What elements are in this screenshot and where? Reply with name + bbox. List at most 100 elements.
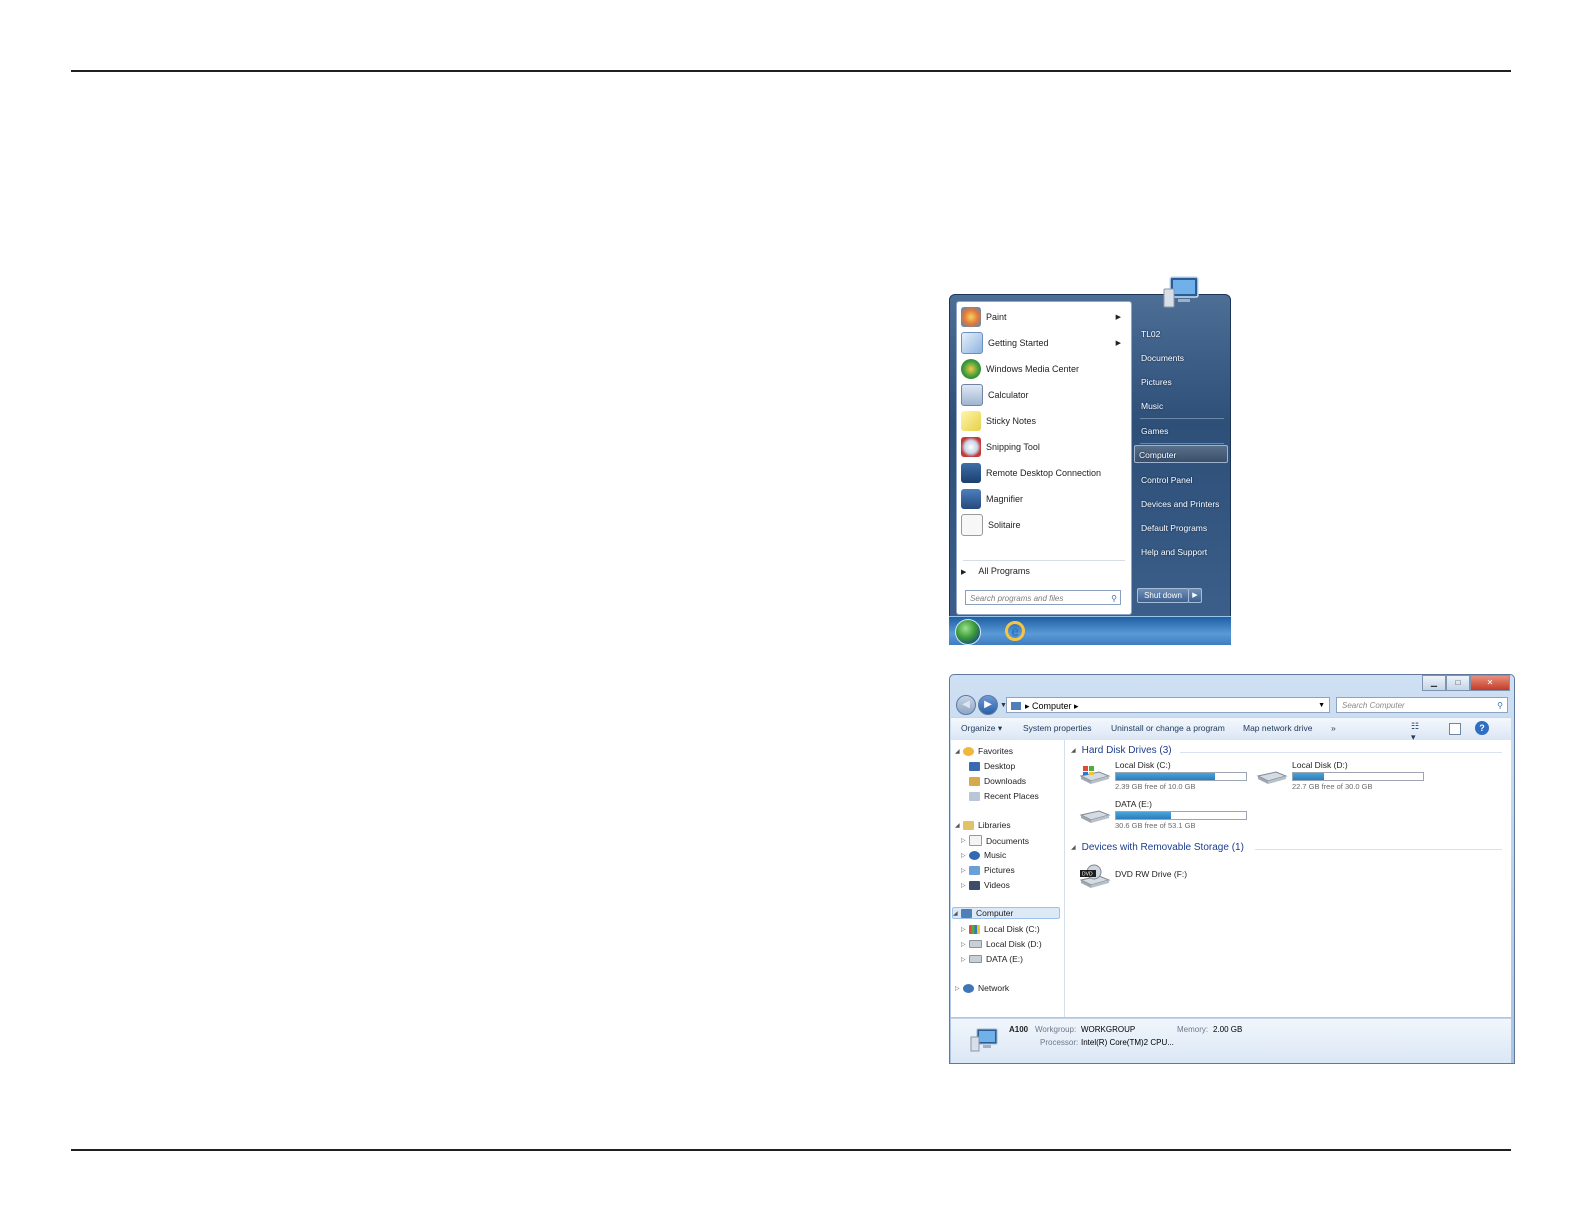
more-commands-button[interactable]: » [1331,723,1336,733]
taskbar: e [949,616,1231,645]
view-options-icon[interactable]: ☷ ▾ [1411,721,1425,742]
uninstall-program-button[interactable]: Uninstall or change a program [1111,723,1225,733]
drive-usage-bar [1292,772,1424,781]
maximize-button[interactable]: □ [1446,675,1470,691]
navigation-buttons: ◀ ▶ ▼ [956,695,1009,715]
start-menu-frame: Paint ▶ Getting Started ▶ Windows Media … [949,276,1231,618]
drive-icon [969,940,982,948]
computer-icon [961,908,972,918]
collapse-arrow-icon: ◢ [953,910,958,917]
group-hard-disk-drives[interactable]: ◢ Hard Disk Drives (3) [1071,745,1172,756]
address-bar[interactable]: ▸ Computer ▸ ▼ [1006,697,1330,713]
expand-arrow-icon: ▷ [961,941,966,948]
nav-desktop[interactable]: Desktop [969,761,1015,771]
start-search-input[interactable]: Search programs and files ⚲ [965,590,1121,605]
start-item-control-panel[interactable]: Control Panel [1137,471,1229,489]
right-separator [1140,418,1224,419]
drive-usage-bar [1115,811,1247,820]
program-sticky-notes[interactable]: Sticky Notes [959,409,1127,433]
program-remote-desktop[interactable]: Remote Desktop Connection [959,461,1127,485]
start-item-user[interactable]: TL02 [1137,325,1229,343]
help-icon[interactable]: ? [1475,721,1489,735]
drive-data-e[interactable]: DATA (E:) 30.6 GB free of 53.1 GB [1079,799,1259,831]
nav-recent-places[interactable]: Recent Places [969,791,1039,801]
nav-computer[interactable]: ◢ Computer [952,907,1060,919]
back-button[interactable]: ◀ [956,695,976,715]
start-item-computer[interactable]: Computer [1134,445,1228,463]
drive-icon [1079,810,1111,823]
shutdown-button[interactable]: Shut down [1137,588,1189,603]
nav-pictures[interactable]: ▷ Pictures [961,865,1015,875]
nav-label: DATA (E:) [986,954,1023,964]
start-item-pictures[interactable]: Pictures [1137,373,1229,391]
content-pane: ◢ Hard Disk Drives (3) Local Disk (C:) 2.… [1065,740,1511,1017]
program-getting-started[interactable]: Getting Started ▶ [959,331,1127,355]
nav-music[interactable]: ▷ Music [961,850,1006,860]
shutdown-options-button[interactable]: ▶ [1188,588,1202,603]
nav-label: Music [984,850,1007,860]
program-windows-media-center[interactable]: Windows Media Center [959,357,1127,381]
expand-arrow-icon: ▷ [955,985,960,992]
nav-libraries[interactable]: ◢ Libraries [955,820,1011,830]
map-network-drive-button[interactable]: Map network drive [1243,723,1312,733]
start-orb-icon[interactable] [955,619,981,645]
navigation-pane: ◢ Favorites Desktop Downloads Recent Plac… [951,740,1065,1017]
nav-data-e[interactable]: ▷ DATA (E:) [961,954,1023,964]
program-paint[interactable]: Paint ▶ [959,305,1127,329]
close-button[interactable]: ✕ [1470,675,1510,691]
details-pane: A100 Workgroup: WORKGROUP Memory: 2.00 G… [951,1018,1511,1063]
all-programs-item[interactable]: ▶ All Programs [961,566,1030,576]
group-removable-storage[interactable]: ◢ Devices with Removable Storage (1) [1071,842,1244,853]
nav-label: Pictures [984,865,1015,875]
minimize-button[interactable]: ▁ [1422,675,1446,691]
organize-button[interactable]: Organize ▾ [961,723,1002,734]
system-drive-icon [1079,766,1111,784]
start-item-games[interactable]: Games [1137,422,1229,440]
start-menu: Paint ▶ Getting Started ▶ Windows Media … [949,276,1231,645]
start-item-help-support[interactable]: Help and Support [1137,543,1229,561]
internet-explorer-icon[interactable]: e [1005,621,1025,641]
nav-local-disk-c[interactable]: ▷ Local Disk (C:) [961,924,1040,934]
start-item-default-programs[interactable]: Default Programs [1137,519,1229,537]
program-solitaire[interactable]: Solitaire [959,513,1127,537]
group-label: Devices with Removable Storage (1) [1081,842,1244,853]
program-label: Calculator [988,390,1029,400]
start-item-music[interactable]: Music [1137,397,1229,415]
explorer-search-input[interactable]: Search Computer ⚲ [1336,697,1508,713]
drive-local-disk-c[interactable]: Local Disk (C:) 2.39 GB free of 10.0 GB [1079,760,1259,792]
address-dropdown-icon[interactable]: ▼ [1318,698,1325,714]
drive-local-disk-d[interactable]: Local Disk (D:) 22.7 GB free of 30.0 GB [1256,760,1436,792]
program-magnifier[interactable]: Magnifier [959,487,1127,511]
computer-icon [970,1028,998,1052]
program-snipping-tool[interactable]: Snipping Tool [959,435,1127,459]
expand-arrow-icon: ▷ [961,882,966,889]
drive-dvd-rw[interactable]: DVD DVD RW Drive (F:) [1079,860,1259,892]
memory-label: Memory: [1177,1025,1209,1034]
nav-downloads[interactable]: Downloads [969,776,1026,786]
program-calculator[interactable]: Calculator [959,383,1127,407]
start-item-documents[interactable]: Documents [1137,349,1229,367]
nav-local-disk-d[interactable]: ▷ Local Disk (D:) [961,939,1042,949]
start-item-devices-printers[interactable]: Devices and Printers [1137,495,1229,513]
all-programs-label: All Programs [978,566,1030,576]
drive-usage-fill [1116,812,1171,819]
nav-label: Computer [976,908,1014,918]
network-icon [963,983,974,993]
preview-pane-icon[interactable] [1449,723,1461,735]
nav-favorites[interactable]: ◢ Favorites [955,746,1013,756]
nav-network[interactable]: ▷ Network [955,983,1009,993]
system-properties-button[interactable]: System properties [1023,723,1092,733]
forward-button[interactable]: ▶ [978,695,998,715]
nav-videos[interactable]: ▷ Videos [961,880,1010,890]
nav-documents[interactable]: ▷ Documents [961,835,1029,846]
drive-name: DVD RW Drive (F:) [1115,869,1188,879]
calculator-icon [961,384,983,406]
expand-arrow-icon: ▶ [961,569,967,576]
libraries-icon [963,820,974,830]
group-divider [1255,849,1502,850]
expand-arrow-icon: ▷ [961,956,966,963]
drive-free-space: 30.6 GB free of 53.1 GB [1115,821,1196,830]
nav-label: Libraries [978,820,1011,830]
group-label: Hard Disk Drives (3) [1081,745,1172,756]
nav-label: Recent Places [984,791,1039,801]
